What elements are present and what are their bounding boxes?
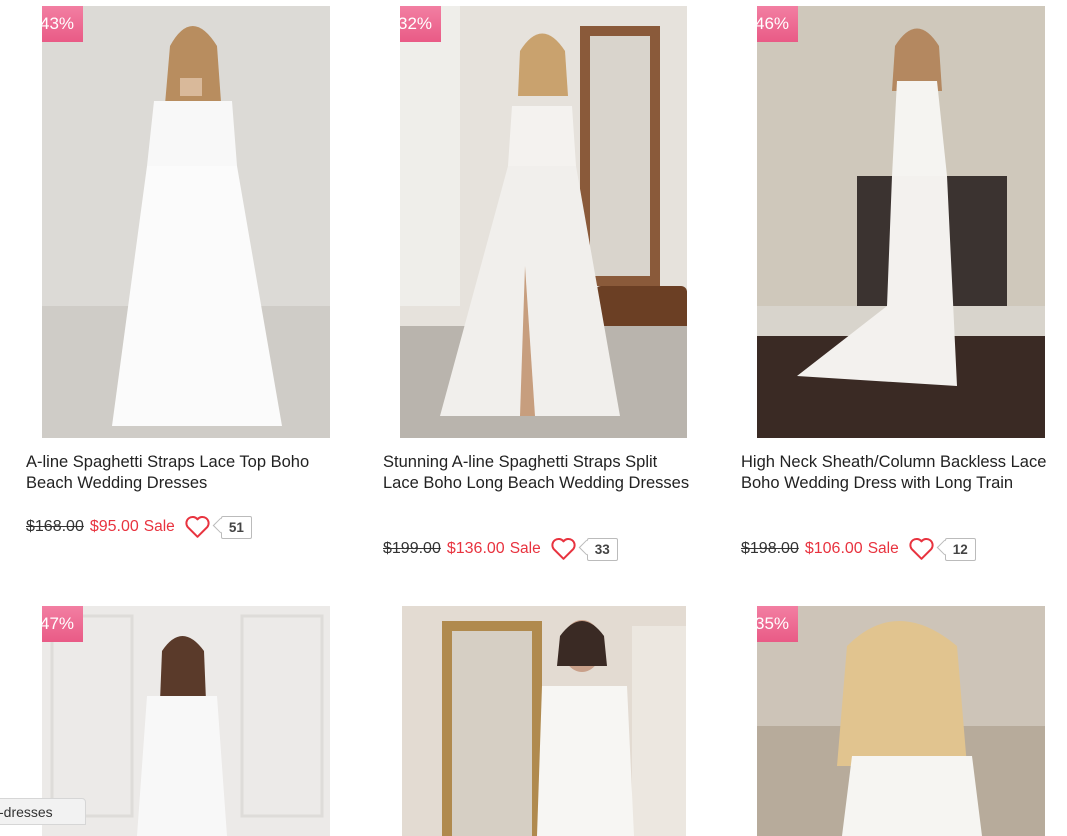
- product-image[interactable]: 35%: [757, 606, 1045, 836]
- heart-outline-icon[interactable]: [550, 537, 577, 561]
- price-row: $199.00 $136.00 Sale 33: [383, 536, 618, 562]
- product-title[interactable]: Stunning A-line Spaghetti Straps Split L…: [383, 452, 693, 494]
- product-image[interactable]: [402, 606, 686, 836]
- like-count: 33: [586, 537, 618, 561]
- original-price: $199.00: [383, 540, 441, 557]
- price-row: $198.00 $106.00 Sale 12: [741, 536, 976, 562]
- sale-price: $95.00: [89, 518, 139, 535]
- sale-label: Sale: [509, 540, 541, 557]
- product-image[interactable]: 32%: [400, 6, 687, 438]
- product-title[interactable]: High Neck Sheath/Column Backless Lace Bo…: [741, 452, 1051, 494]
- product-image[interactable]: 43%: [42, 6, 330, 438]
- discount-badge: 47%: [42, 606, 83, 642]
- price-row: $168.00 $95.00 Sale 51: [26, 514, 252, 540]
- like-count: 51: [220, 515, 252, 539]
- like-count: 12: [944, 537, 976, 561]
- sale-price: $106.00: [804, 540, 863, 557]
- discount-badge: 35%: [757, 606, 798, 642]
- original-price: $168.00: [26, 518, 84, 535]
- product-image[interactable]: 46%: [757, 6, 1045, 438]
- discount-badge: 46%: [757, 6, 798, 42]
- product-grid: 43% A-line Spaghetti Straps Lace Top Boh…: [0, 0, 1067, 836]
- heart-outline-icon[interactable]: [184, 515, 211, 539]
- sale-label: Sale: [867, 540, 899, 557]
- heart-outline-icon[interactable]: [908, 537, 935, 561]
- discount-badge: 43%: [42, 6, 83, 42]
- status-url-tooltip: -dresses: [0, 798, 86, 825]
- original-price: $198.00: [741, 540, 799, 557]
- discount-badge: 32%: [400, 6, 441, 42]
- product-title[interactable]: A-line Spaghetti Straps Lace Top Boho Be…: [26, 452, 336, 494]
- sale-price: $136.00: [446, 540, 505, 557]
- sale-label: Sale: [143, 518, 175, 535]
